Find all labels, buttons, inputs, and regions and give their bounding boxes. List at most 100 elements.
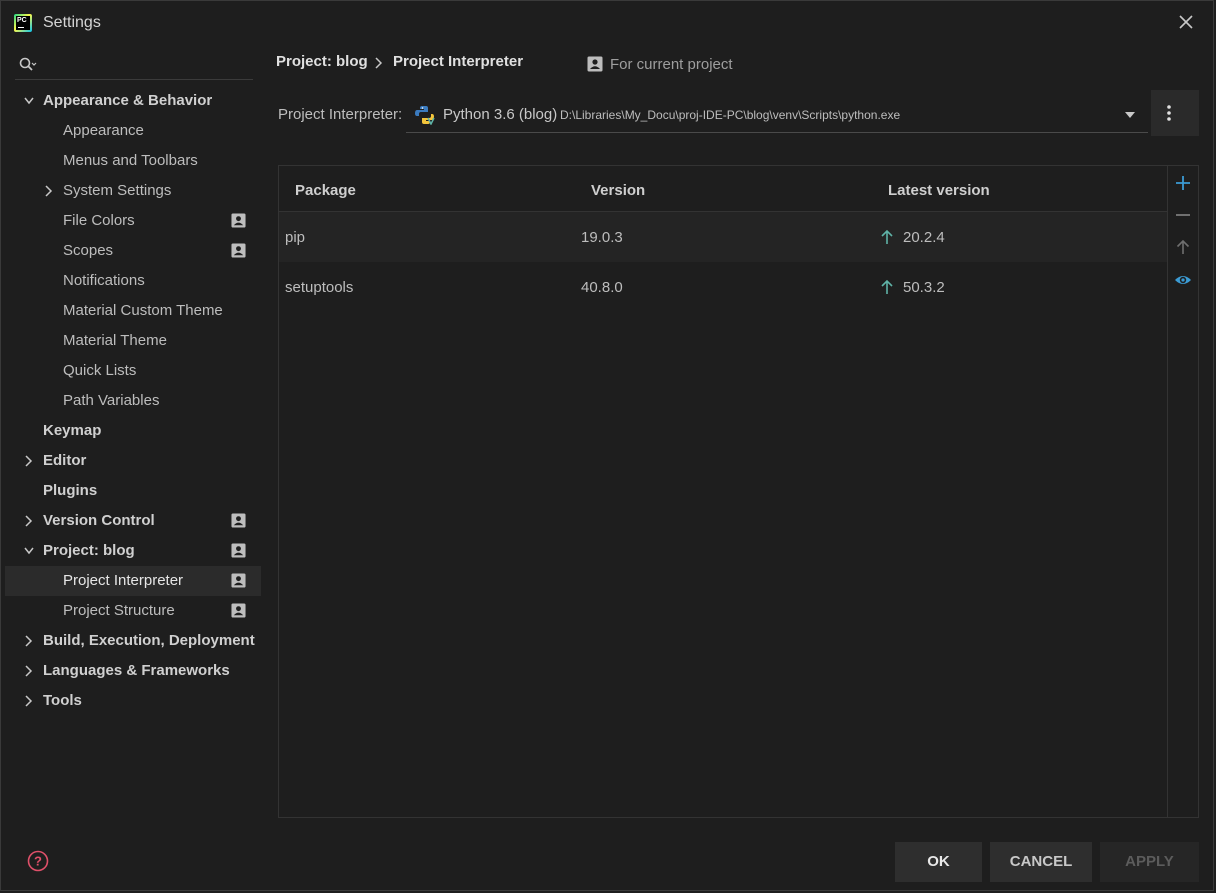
tree-item-path-variables[interactable]: Path Variables — [5, 386, 261, 416]
table-row[interactable]: setuptools 40.8.0 50.3.2 — [279, 262, 1167, 312]
python-icon — [415, 106, 435, 125]
project-scope-icon — [231, 573, 246, 588]
project-scope-icon — [587, 56, 603, 72]
tree-item-editor[interactable]: Editor — [5, 446, 261, 476]
packages-panel: Package Version Latest version pip 19.0.3… — [278, 165, 1199, 818]
upgrade-available-icon — [881, 229, 893, 244]
tree-item-menus-and-toolbars[interactable]: Menus and Toolbars — [5, 146, 261, 176]
interpreter-dropdown[interactable]: Python 3.6 (blog) D:\Libraries\My_Docu\p… — [406, 97, 1148, 133]
package-version: 40.8.0 — [581, 279, 623, 296]
breadcrumb-parent[interactable]: Project: blog — [276, 53, 368, 70]
install-package-button[interactable] — [1174, 174, 1192, 192]
package-latest-version: 50.3.2 — [903, 279, 945, 296]
tree-item-label: Languages & Frameworks — [43, 662, 230, 679]
breadcrumb-current: Project Interpreter — [393, 53, 524, 70]
table-header: Package Version Latest version — [279, 166, 1167, 212]
package-name: pip — [285, 229, 306, 246]
package-toolbar — [1168, 166, 1198, 817]
tree-item-label: Project: blog — [43, 542, 135, 559]
chevron-right-icon[interactable] — [24, 635, 34, 647]
tree-item-label: System Settings — [63, 182, 172, 199]
package-version: 19.0.3 — [581, 229, 623, 246]
show-latest-versions-button[interactable] — [1174, 271, 1192, 289]
table-row[interactable]: pip 19.0.3 20.2.4 — [279, 212, 1167, 262]
column-header-package[interactable]: Package — [295, 182, 356, 199]
interpreter-path: D:\Libraries\My_Docu\proj-IDE-PC\blog\ve… — [560, 108, 901, 122]
chevron-right-icon — [375, 57, 383, 69]
tree-item-label: Appearance — [63, 122, 144, 139]
interpreter-name: Python 3.6 (blog) — [443, 106, 558, 123]
tree-item-version-control[interactable]: Version Control — [5, 506, 261, 536]
packages-table: Package Version Latest version pip 19.0.3… — [279, 166, 1168, 817]
close-icon — [1179, 15, 1193, 29]
chevron-right-icon[interactable] — [24, 515, 34, 527]
plus-icon — [1176, 176, 1190, 190]
upgrade-available-icon — [881, 279, 893, 294]
tree-item-material-theme[interactable]: Material Theme — [5, 326, 261, 356]
tree-item-plugins[interactable]: Plugins — [5, 476, 261, 506]
project-scope-icon — [231, 513, 246, 528]
tree-item-label: Quick Lists — [63, 362, 137, 379]
tree-item-project-interpreter[interactable]: Project Interpreter — [5, 566, 261, 596]
tree-item-appearance[interactable]: Appearance — [5, 116, 261, 146]
arrow-up-icon — [1176, 239, 1190, 254]
tree-item-quick-lists[interactable]: Quick Lists — [5, 356, 261, 386]
project-scope-icon — [231, 603, 246, 618]
search-field[interactable] — [15, 51, 253, 80]
tree-item-notifications[interactable]: Notifications — [5, 266, 261, 296]
settings-dialog: PC Settings Appearance & Behavior Appeara… — [0, 0, 1214, 891]
tree-item-build-execution-deployment[interactable]: Build, Execution, Deployment — [5, 626, 261, 656]
uninstall-package-button[interactable] — [1174, 206, 1192, 224]
chevron-down-icon[interactable] — [24, 95, 34, 107]
tree-item-label: Keymap — [43, 422, 102, 439]
tree-item-material-custom-theme[interactable]: Material Custom Theme — [5, 296, 261, 326]
tree-item-label: Material Custom Theme — [63, 302, 223, 319]
search-icon — [19, 57, 37, 71]
settings-tree: Appearance & Behavior Appearance Menus and… — [5, 43, 261, 863]
column-header-latest-version[interactable]: Latest version — [888, 182, 990, 199]
tree-item-appearance-behavior[interactable]: Appearance & Behavior — [5, 86, 261, 116]
tree-item-label: Plugins — [43, 482, 98, 499]
tree-item-system-settings[interactable]: System Settings — [5, 176, 261, 206]
tree-item-label: Version Control — [43, 512, 155, 529]
ok-button[interactable]: OK — [895, 842, 982, 882]
interpreter-label: Project Interpreter: — [278, 106, 403, 123]
tree-item-label: Editor — [43, 452, 87, 469]
tree-item-project-blog[interactable]: Project: blog — [5, 536, 261, 566]
tree-item-label: Tools — [43, 692, 82, 709]
tree-item-label: Appearance & Behavior — [43, 92, 213, 109]
tree-item-label: File Colors — [63, 212, 135, 229]
dropdown-arrow-icon — [1125, 112, 1135, 118]
tree-item-label: Scopes — [63, 242, 114, 259]
chevron-right-icon[interactable] — [24, 455, 34, 467]
project-scope-icon — [231, 543, 246, 558]
cancel-button[interactable]: CANCEL — [990, 842, 1092, 882]
svg-text:?: ? — [34, 854, 42, 869]
tree-item-label: Build, Execution, Deployment — [43, 632, 255, 649]
tree-item-keymap[interactable]: Keymap — [5, 416, 261, 446]
apply-button[interactable]: APPLY — [1100, 842, 1199, 882]
chevron-right-icon[interactable] — [24, 695, 34, 707]
minus-icon — [1176, 214, 1190, 216]
pycharm-logo-icon: PC — [14, 14, 32, 32]
chevron-right-icon[interactable] — [44, 185, 54, 197]
upgrade-package-button[interactable] — [1174, 238, 1192, 256]
tree-item-languages-frameworks[interactable]: Languages & Frameworks — [5, 656, 261, 686]
window-title: Settings — [43, 14, 101, 31]
project-scope-icon — [231, 213, 246, 228]
interpreter-more-button[interactable] — [1151, 90, 1199, 136]
tree-item-label: Notifications — [63, 272, 145, 289]
close-button[interactable] — [1175, 11, 1197, 33]
help-button[interactable]: ? — [27, 850, 49, 872]
tree-item-label: Path Variables — [63, 392, 160, 409]
tree-item-label: Menus and Toolbars — [63, 152, 198, 169]
tree-item-file-colors[interactable]: File Colors — [5, 206, 261, 236]
more-vertical-icon — [1167, 105, 1171, 121]
scope-label: For current project — [610, 56, 733, 73]
tree-item-scopes[interactable]: Scopes — [5, 236, 261, 266]
column-header-version[interactable]: Version — [591, 182, 645, 199]
tree-item-project-structure[interactable]: Project Structure — [5, 596, 261, 626]
chevron-down-icon[interactable] — [24, 545, 34, 557]
chevron-right-icon[interactable] — [24, 665, 34, 677]
tree-item-tools[interactable]: Tools — [5, 686, 261, 716]
